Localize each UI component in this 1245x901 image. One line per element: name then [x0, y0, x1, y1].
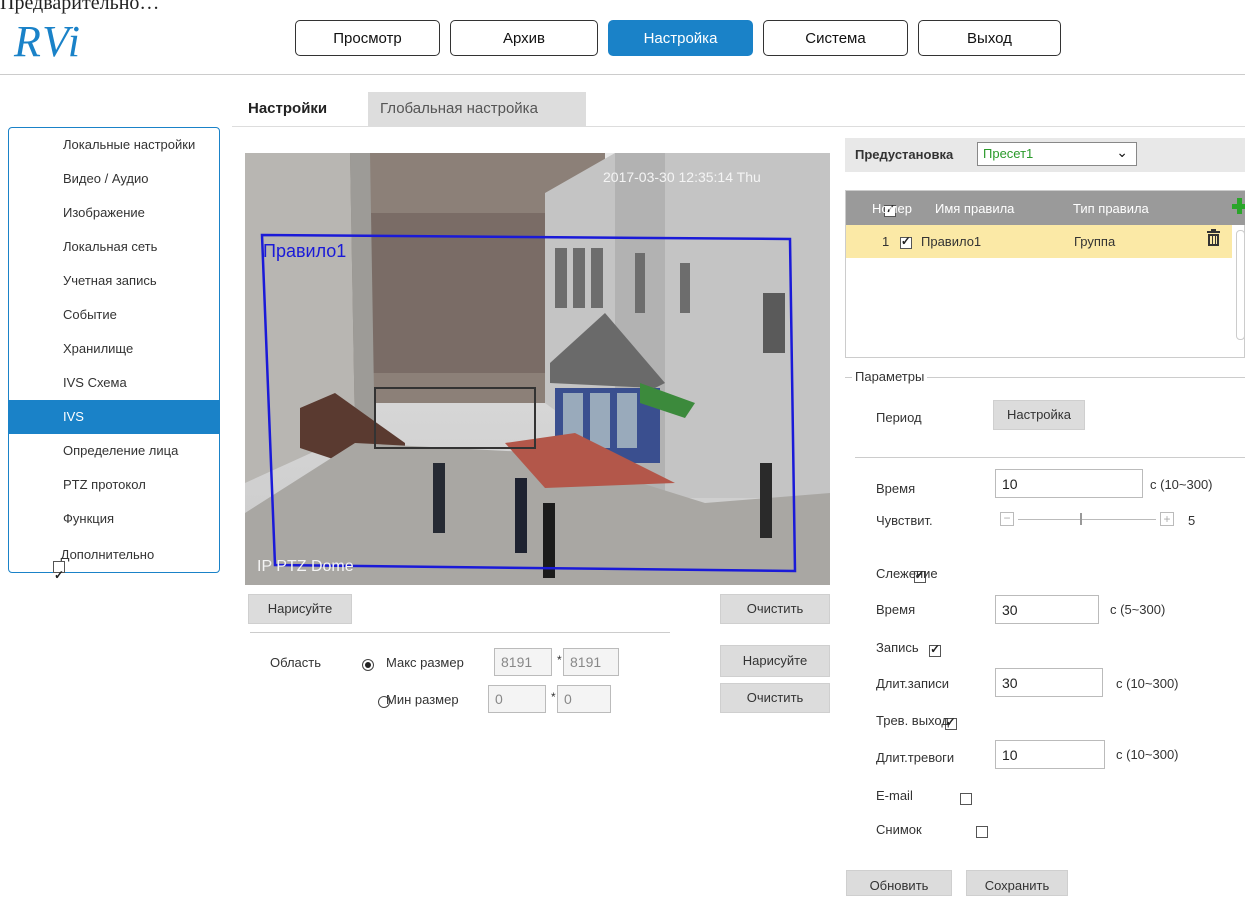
sensitivity-value: 5	[1188, 513, 1196, 528]
preset-value: Пресет1	[983, 146, 1034, 161]
sensitivity-decrease-button[interactable]: −	[1000, 512, 1014, 526]
area-label: Область	[270, 655, 322, 670]
sensitivity-increase-button[interactable]: +	[1160, 512, 1174, 526]
col-rule-type: Тип правила	[1073, 201, 1149, 216]
params-legend: Параметры	[852, 369, 928, 384]
save-button[interactable]: Сохранить	[966, 870, 1068, 896]
rule-name: Правило1	[921, 234, 982, 249]
sidebar-item-ivs-scheme[interactable]: IVS Схема	[9, 366, 219, 400]
top-cut-text: Предварительно…	[0, 0, 160, 14]
snapshot-checkbox[interactable]	[976, 825, 988, 838]
advanced-label: Дополнительно	[60, 547, 155, 562]
nav-system-button[interactable]: Система	[763, 20, 908, 56]
sidebar-item-face-detection[interactable]: Определение лица	[9, 434, 219, 468]
sidebar-menu: Локальные настройки Видео / Аудио Изобра…	[8, 127, 220, 592]
tracking-label: Слежение	[876, 566, 938, 581]
alarm-duration-label: Длит.тревоги	[876, 750, 955, 765]
nav-archive-button[interactable]: Архив	[450, 20, 598, 56]
video-channel-name: IP PTZ Dome	[257, 558, 354, 575]
time-input[interactable]	[995, 469, 1143, 498]
max-times-sign: *	[557, 653, 562, 667]
preset-label: Предустановка	[855, 147, 954, 162]
rule-row-checkbox[interactable]	[899, 234, 912, 249]
nav-view-button[interactable]: Просмотр	[295, 20, 440, 56]
sidebar-item-local-settings[interactable]: Локальные настройки	[9, 128, 219, 162]
clear-area-button[interactable]: Очистить	[720, 683, 830, 713]
max-size-radio[interactable]	[362, 658, 374, 671]
rule-number: 1	[882, 234, 890, 249]
time-range: с (10~300)	[1150, 477, 1213, 492]
col-rule-name: Имя правила	[935, 201, 1015, 216]
record-duration-range: с (10~300)	[1116, 676, 1179, 691]
sidebar-item-advanced[interactable]: Дополнительно	[9, 538, 219, 592]
header-divider	[0, 74, 1245, 75]
sensitivity-track[interactable]	[1018, 519, 1156, 520]
chevron-down-icon: ⌄	[1116, 144, 1128, 160]
max-height-input[interactable]	[563, 648, 619, 676]
sidebar-item-storage[interactable]: Хранилище	[9, 332, 219, 366]
sidebar-item-ptz-protocol[interactable]: PTZ протокол	[9, 468, 219, 502]
min-size-label: Мин размер	[386, 692, 459, 707]
rule-type: Группа	[1074, 234, 1116, 249]
sidebar-item-function[interactable]: Функция	[9, 502, 219, 536]
track-time-input[interactable]	[995, 595, 1099, 624]
min-times-sign: *	[551, 690, 556, 704]
video-preview[interactable]: 2017-03-30 12:35:14 Thu Правило1 IP PTZ …	[245, 153, 830, 585]
time-label: Время	[876, 481, 916, 496]
draw-rule-button[interactable]: Нарисуйте	[248, 594, 352, 624]
min-height-input[interactable]	[557, 685, 611, 713]
alarm-duration-input[interactable]	[995, 740, 1105, 769]
max-size-label: Макс размер	[386, 655, 464, 670]
trash-icon[interactable]	[1207, 229, 1220, 247]
area-divider	[250, 632, 670, 633]
max-width-input[interactable]	[494, 648, 552, 676]
col-number: Номер	[872, 201, 913, 216]
tab-settings[interactable]: Настройки	[236, 92, 339, 126]
period-label: Период	[876, 410, 922, 425]
period-setup-button[interactable]: Настройка	[993, 400, 1085, 430]
sensitivity-thumb[interactable]	[1080, 513, 1083, 525]
min-width-input[interactable]	[488, 685, 546, 713]
advanced-checkbox[interactable]	[53, 558, 65, 592]
snapshot-label: Снимок	[876, 822, 922, 837]
track-time-range: с (5~300)	[1110, 602, 1166, 617]
sidebar-item-image[interactable]: Изображение	[9, 196, 219, 230]
sidebar-item-event[interactable]: Событие	[9, 298, 219, 332]
draw-area-button[interactable]: Нарисуйте	[720, 645, 830, 677]
sidebar-item-account[interactable]: Учетная запись	[9, 264, 219, 298]
rule-label-overlay: Правило1	[263, 241, 347, 261]
add-rule-icon[interactable]	[1228, 196, 1245, 216]
sensitivity-label: Чувствит.	[876, 513, 933, 528]
record-duration-input[interactable]	[995, 668, 1103, 697]
period-divider	[855, 457, 1245, 458]
record-label: Запись	[876, 640, 919, 655]
tab-divider	[232, 126, 1245, 127]
record-checkbox[interactable]	[929, 642, 942, 657]
rules-scrollbar[interactable]	[1236, 230, 1245, 340]
alarm-duration-range: с (10~300)	[1116, 747, 1179, 762]
track-time-label: Время	[876, 602, 916, 617]
nav-exit-button[interactable]: Выход	[918, 20, 1061, 56]
record-duration-label: Длит.записи	[876, 676, 950, 691]
sidebar-item-video-audio[interactable]: Видео / Аудио	[9, 162, 219, 196]
sidebar-item-network[interactable]: Локальная сеть	[9, 230, 219, 264]
refresh-button[interactable]: Обновить	[846, 870, 952, 896]
video-timestamp: 2017-03-30 12:35:14 Thu	[603, 169, 761, 185]
alarm-out-label: Трев. выход	[876, 713, 949, 728]
nav-settings-button[interactable]: Настройка	[608, 20, 753, 56]
email-checkbox[interactable]	[960, 792, 973, 805]
clear-rule-button[interactable]: Очистить	[720, 594, 830, 624]
email-label: E-mail	[876, 788, 913, 803]
sidebar-item-ivs[interactable]: IVS	[9, 400, 219, 434]
camera-scene	[245, 153, 830, 585]
tab-global-settings[interactable]: Глобальная настройка	[368, 92, 586, 126]
preset-select[interactable]: Пресет1 ⌄	[977, 142, 1137, 166]
rvi-logo: RVi	[14, 17, 82, 66]
